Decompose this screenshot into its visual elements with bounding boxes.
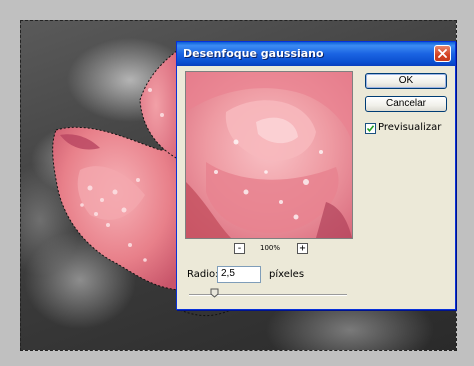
gaussian-blur-dialog: Desenfoque gaussiano - 100% + Radio: 2,5… xyxy=(176,41,456,310)
cancel-button[interactable]: Cancelar xyxy=(365,96,447,112)
radius-input[interactable]: 2,5 xyxy=(217,266,261,283)
checkmark-icon xyxy=(366,125,375,133)
radius-unit-label: píxeles xyxy=(269,269,305,280)
preview-label: Previsualizar xyxy=(378,122,442,133)
close-icon xyxy=(438,49,447,58)
zoom-out-button[interactable]: - xyxy=(234,243,245,254)
zoom-level: 100% xyxy=(259,244,280,252)
zoom-in-button[interactable]: + xyxy=(297,243,308,254)
preview-rose-image xyxy=(186,72,352,238)
dialog-title: Desenfoque gaussiano xyxy=(183,47,324,60)
preview-checkbox[interactable] xyxy=(365,123,376,134)
radius-label: Radio: xyxy=(187,269,219,280)
preview-window[interactable] xyxy=(185,71,353,239)
title-bar[interactable]: Desenfoque gaussiano xyxy=(177,42,455,66)
close-button[interactable] xyxy=(434,45,451,62)
ok-button[interactable]: OK xyxy=(365,73,447,89)
slider-thumb-icon[interactable] xyxy=(210,288,219,298)
